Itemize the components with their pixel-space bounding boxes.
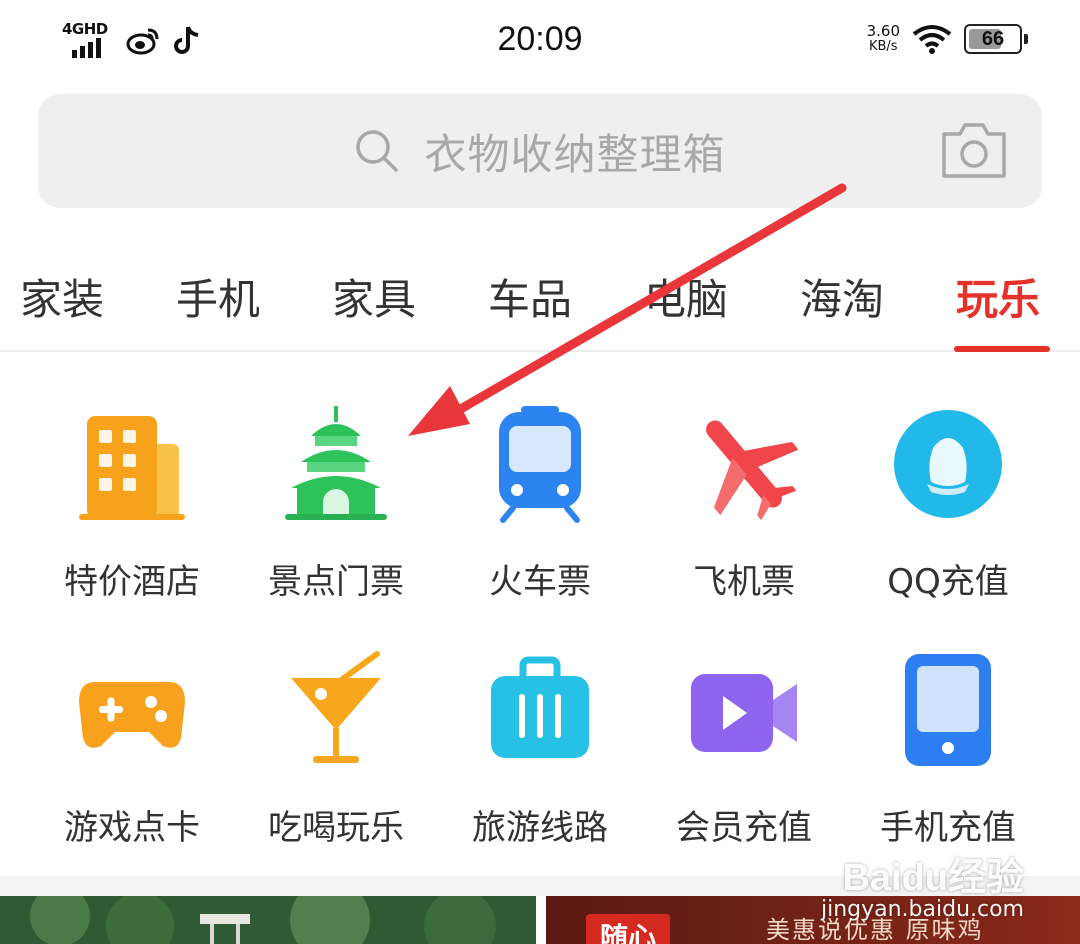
search-content: 衣物收纳整理箱 <box>38 94 1042 208</box>
speed-unit: KB/s <box>868 39 898 54</box>
watermark-url: jingyan.baidu.com <box>820 897 1024 922</box>
banner-tag: 随心 <box>586 914 671 944</box>
grid-label: 手机充值 <box>880 808 1016 848</box>
scenic-photo <box>0 896 536 944</box>
search-bar[interactable]: 衣物收纳整理箱 <box>38 94 1042 208</box>
cocktail-icon <box>291 651 381 763</box>
wifi-icon <box>912 25 952 54</box>
grid-item-flight-tickets[interactable]: 飞机票 <box>642 390 846 620</box>
grid-label: 特价酒店 <box>64 562 200 602</box>
grid-item-hotel[interactable]: 特价酒店 <box>30 390 234 620</box>
status-bar: 4GHD 20:09 3.60 KB/s 66 <box>0 0 1080 84</box>
battery-indicator: 66 <box>964 24 1028 54</box>
banner-scenic[interactable] <box>0 896 536 944</box>
grid-item-attraction-tickets[interactable]: 景点门票 <box>234 390 438 620</box>
gamepad-icon <box>79 682 185 748</box>
temple-icon <box>285 406 387 520</box>
grid-item-membership-recharge[interactable]: 会员充值 <box>642 636 846 866</box>
grid-label: QQ充值 <box>887 562 1009 602</box>
grid-item-qq-recharge[interactable]: QQ充值 <box>846 390 1050 620</box>
tab-computers[interactable]: 电脑 <box>644 266 728 327</box>
grid-label: 游戏点卡 <box>64 808 200 848</box>
grid-item-train-tickets[interactable]: 火车票 <box>438 390 642 620</box>
battery-level: 66 <box>981 27 1005 50</box>
active-tab-indicator <box>954 346 1050 352</box>
hotel-building-icon <box>79 416 185 520</box>
train-icon <box>499 406 581 523</box>
watermark-logo: Baidu经验 <box>842 857 1024 899</box>
phone-icon <box>905 654 991 766</box>
grid-label: 飞机票 <box>693 562 795 602</box>
grid-label: 火车票 <box>489 562 591 602</box>
grid-item-game-cards[interactable]: 游戏点卡 <box>30 636 234 866</box>
grid-label: 旅游线路 <box>472 808 608 848</box>
status-right: 3.60 KB/s 66 <box>866 22 1028 55</box>
tab-home-decor[interactable]: 家装 <box>20 266 104 327</box>
search-icon <box>356 130 399 172</box>
speed-value: 3.60 <box>866 22 900 40</box>
grid-item-phone-recharge[interactable]: 手机充值 <box>846 636 1050 866</box>
tab-overseas[interactable]: 海淘 <box>800 266 884 327</box>
baidu-watermark: Baidu经验 jingyan.baidu.com <box>821 846 1024 922</box>
suitcase-icon <box>491 656 589 758</box>
tab-entertainment[interactable]: 玩乐 <box>956 266 1040 327</box>
category-tabs: 家装 手机 家具 车品 电脑 海淘 玩乐 <box>0 248 1080 352</box>
video-icon <box>691 674 797 752</box>
camera-icon[interactable] <box>940 120 1008 180</box>
airplane-icon <box>706 420 799 521</box>
search-input[interactable]: 衣物收纳整理箱 <box>424 121 725 182</box>
grid-label: 吃喝玩乐 <box>268 808 404 848</box>
qq-penguin-icon <box>894 410 1002 518</box>
network-speed: 3.60 KB/s <box>866 22 900 55</box>
tab-phones[interactable]: 手机 <box>176 266 260 327</box>
tab-furniture[interactable]: 家具 <box>332 266 416 327</box>
grid-label: 会员充值 <box>676 808 812 848</box>
grid-label: 景点门票 <box>268 562 404 602</box>
tab-car-products[interactable]: 车品 <box>488 266 572 327</box>
grid-item-food-fun[interactable]: 吃喝玩乐 <box>234 636 438 866</box>
grid-item-travel-routes[interactable]: 旅游线路 <box>438 636 642 866</box>
